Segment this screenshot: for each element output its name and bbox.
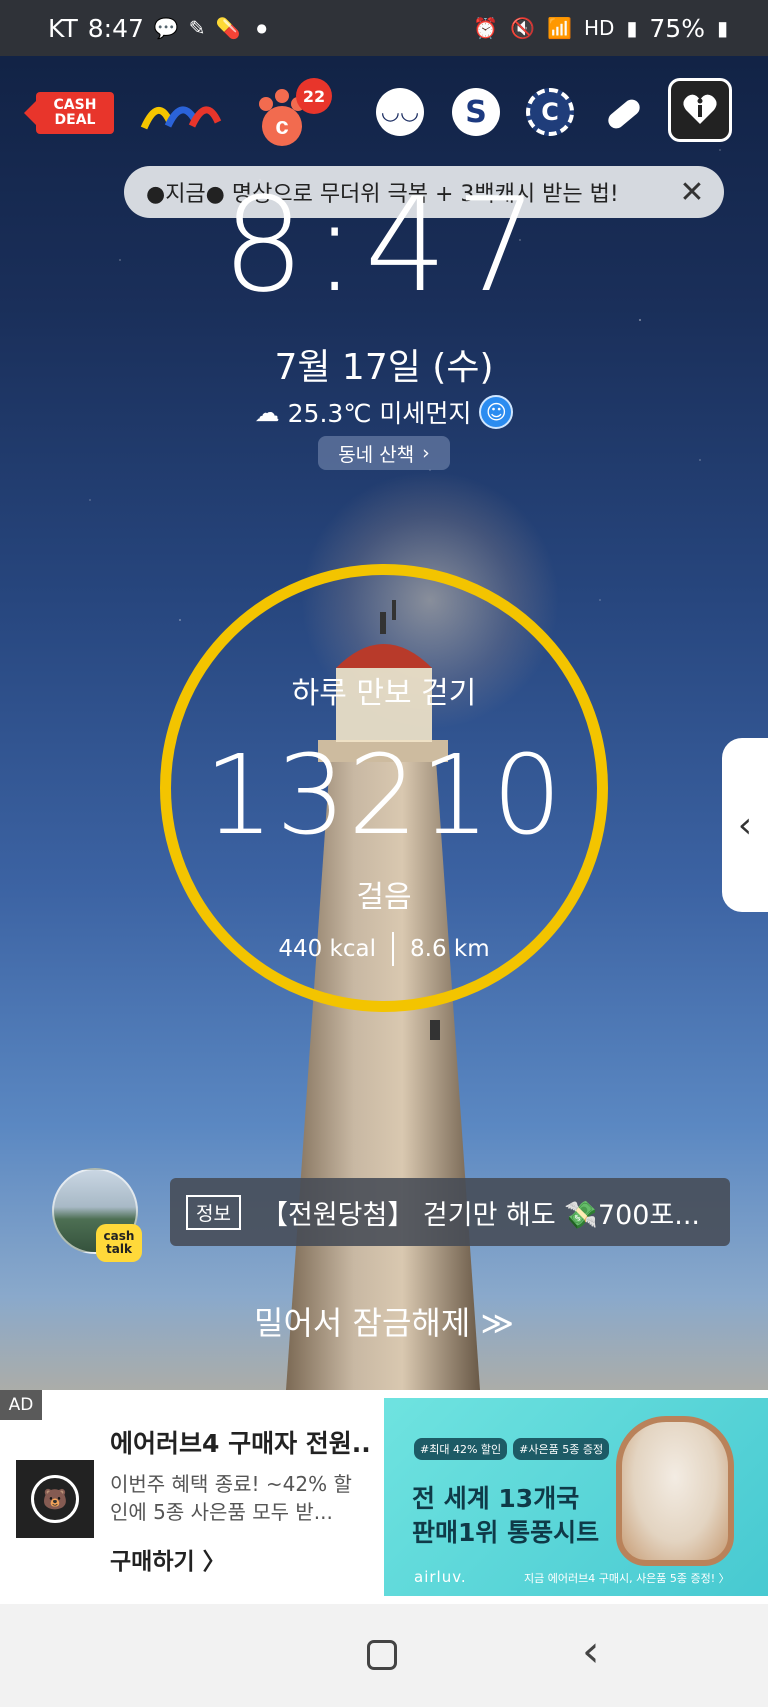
mute-icon: 🔇 (510, 16, 536, 40)
info-tag: 정보 (186, 1194, 241, 1230)
signal-icon: ▮ (626, 16, 638, 40)
hd-icon: HD (583, 16, 615, 40)
cloud-icon: ☁ (254, 397, 280, 427)
lock-screen: KT 8:47 💬 ✎ 💊 ● ⏰ 🔇 📶 HD ▮ 75% ▮ CASH DE… (0, 0, 768, 1707)
home-button[interactable] (367, 1640, 397, 1670)
chevron-left-icon: ‹ (737, 804, 753, 846)
ad-banner-line2: 판매1위 통풍시트 (412, 1518, 600, 1547)
carrier-label: KT (48, 13, 78, 43)
car-seat-image (616, 1416, 734, 1566)
ticker-text: 【전원당첨】 걷기만 해도 💸700포... (260, 1199, 701, 1231)
back-button[interactable]: ‹ (582, 1626, 600, 1677)
ad-banner-brand: airluv. (414, 1568, 467, 1586)
s-logo-button[interactable]: S (452, 88, 500, 136)
cashdeal-line2: DEAL (54, 112, 96, 128)
ad-banner-tags: #최대 42% 할인 #사은품 5종 증정 (414, 1438, 610, 1460)
navigation-bar: ‹ (0, 1604, 768, 1707)
ad-banner-line1: 전 세계 13개국 (412, 1484, 580, 1513)
lock-clock: 8:47 (222, 169, 546, 321)
pill-icon (608, 99, 640, 129)
battery-icon: ▮ (716, 16, 728, 40)
notification-badge: 22 (296, 78, 332, 114)
alarm-icon: ⏰ (473, 16, 499, 40)
app-shortcut-row: CASH DEAL c 22 ◡◡ S C (0, 78, 768, 148)
ad-brand-logo: 🐻 (16, 1460, 94, 1538)
ad-banner-tag: #사은품 5종 증정 (513, 1438, 610, 1460)
status-bar: KT 8:47 💬 ✎ 💊 ● ⏰ 🔇 📶 HD ▮ 75% ▮ (0, 0, 768, 56)
ad-banner-tag: #최대 42% 할인 (414, 1438, 508, 1460)
neighborhood-walk-button[interactable]: 동네 산책 › (318, 436, 450, 470)
pedometer-title: 하루 만보 걷기 (291, 676, 477, 711)
cashtalk-badge: cash talk (96, 1224, 142, 1262)
notification-icon: ✎ (188, 16, 206, 40)
step-count: 13210 (204, 731, 564, 859)
distance-value: 8.6 km (410, 936, 490, 962)
cashtalk-ticker[interactable]: 정보 【전원당첨】 걷기만 해도 💸700포... (170, 1178, 730, 1246)
pill-app-button[interactable] (600, 90, 648, 138)
buy-button[interactable]: 구매하기 〉 (110, 1542, 226, 1576)
stats-divider (392, 932, 395, 966)
ad-label: AD (0, 1390, 42, 1420)
ad-title: 에어러브4 구매자 전원... (110, 1429, 370, 1458)
info-heart-button[interactable] (668, 78, 732, 142)
step-stats: 440 kcal 8.6 km (0, 932, 768, 966)
weather-info: ☁ 25.3℃ 미세먼지 ☺ (0, 394, 768, 430)
chevron-right-icon: › (422, 442, 430, 464)
swipe-unlock-hint[interactable]: 밀어서 잠금해제 ≫ (0, 1298, 768, 1344)
s-logo-icon: S (465, 94, 487, 130)
step-unit: 걸음 (356, 880, 412, 915)
wave-logo-icon (140, 106, 222, 130)
cashtalk-badge-line2: talk (106, 1242, 132, 1256)
wifi-icon: 📶 (547, 16, 572, 40)
ad-banner-headline: 전 세계 13개국 판매1위 통풍시트 (412, 1482, 599, 1550)
ad-banner-area[interactable]: AD 🐻 에어러브4 구매자 전원... 이번주 혜택 종료! ~42% 할인에… (0, 1390, 768, 1604)
side-panel-handle[interactable]: ‹ (722, 738, 768, 912)
svg-text:c: c (275, 113, 288, 140)
info-heart-icon (683, 94, 717, 124)
ad-banner-promo: 지금 에어러브4 구매시, 사은품 5종 증정! 〉 (524, 1572, 730, 1585)
walk-label: 동네 산책 (338, 443, 415, 466)
ad-description: 이번주 혜택 종료! ~42% 할인에 5종 사은품 모두 받... (110, 1472, 352, 1524)
more-dot-icon: ● (256, 21, 267, 35)
ad-image-banner[interactable]: #최대 42% 할인 #사은품 5종 증정 전 세계 13개국 판매1위 통풍시… (384, 1398, 768, 1596)
cashdeal-line1: CASH (53, 97, 97, 113)
lock-date: 7월 17일 (수) (274, 347, 494, 388)
coin-c-button[interactable]: C (526, 88, 574, 136)
smiley-icon: ☺ (479, 395, 514, 429)
pill-icon: 💊 (215, 16, 241, 40)
coin-c-icon: C (541, 98, 559, 126)
wave-logo-button[interactable] (140, 92, 222, 134)
sleepy-eye-icon: ◡◡ (380, 99, 420, 125)
polar-bear-icon: 🐻 (31, 1475, 79, 1523)
weather-text: 25.3℃ 미세먼지 (287, 399, 472, 428)
time-label: 8:47 (87, 13, 144, 43)
kakaotalk-icon: 💬 (153, 16, 179, 40)
kcal-value: 440 kcal (278, 936, 377, 962)
battery-label: 75% (649, 13, 705, 43)
cashdeal-button[interactable]: CASH DEAL (24, 92, 114, 134)
sleepy-eye-button[interactable]: ◡◡ (376, 88, 424, 136)
